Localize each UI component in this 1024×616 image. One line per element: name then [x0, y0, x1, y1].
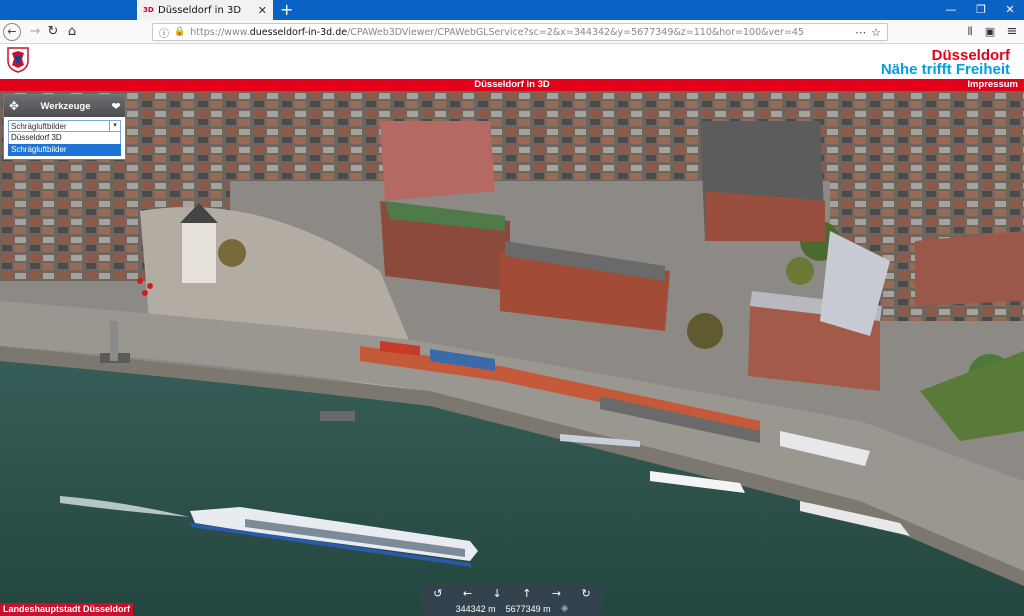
aerial-image	[0, 91, 1024, 616]
move-icon[interactable]: ✥	[4, 99, 24, 113]
pan-left-icon[interactable]: ←	[455, 587, 479, 600]
info-icon[interactable]: ⓘ	[159, 25, 169, 40]
pan-down-icon[interactable]: ↓	[485, 587, 509, 600]
pan-right-icon[interactable]: →	[544, 587, 568, 600]
view-mode-select[interactable]: Schrägluftbilder ▾	[8, 120, 121, 132]
tools-panel: ✥ Werkzeuge ❤ Schrägluftbilder ▾ Düsseld…	[3, 94, 126, 160]
city-crest-logo[interactable]	[7, 47, 29, 73]
chevron-down-icon[interactable]: ▾	[109, 121, 120, 131]
map-nav-controls: ↺ ← ↓ ↑ → ↻	[423, 585, 601, 601]
new-tab-icon[interactable]: +	[280, 0, 293, 20]
url-host: duesseldorf-in-3d.de	[249, 26, 348, 38]
url-bar[interactable]: ⓘ 🔒 https://www.duesseldorf-in-3d.de/CPA…	[152, 23, 888, 41]
coord-y: 5677349 m	[505, 603, 551, 614]
brand-slogan[interactable]: Nähe trifft Freiheit	[881, 62, 1010, 77]
close-tab-icon[interactable]: ✕	[258, 4, 267, 17]
heart-icon[interactable]: ❤	[107, 100, 125, 113]
site-header: Düsseldorf Nähe trifft Freiheit	[0, 45, 1024, 79]
reload-icon[interactable]: ↻	[43, 22, 63, 42]
view-mode-selected: Schrägluftbilder	[11, 121, 67, 131]
sidebar-icon[interactable]: ▣	[980, 22, 1000, 42]
rotate-left-icon[interactable]: ↺	[426, 587, 450, 600]
back-arrow-icon[interactable]: ←	[3, 23, 21, 41]
pan-up-icon[interactable]: ↑	[515, 587, 539, 600]
aerial-map-view[interactable]	[0, 91, 1024, 616]
url-path: /CPAWeb3DViewer/CPAWebGLService?sc=2&x=3…	[347, 26, 804, 38]
title-banner: Düsseldorf in 3D Impressum	[0, 79, 1024, 91]
coord-x: 344342 m	[455, 603, 496, 614]
tools-panel-header[interactable]: ✥ Werkzeuge ❤	[4, 95, 125, 117]
browser-nav-bar: ← → ↻ ⌂ ⓘ 🔒 https://www.duesseldorf-in-3…	[0, 20, 1024, 44]
coordinate-readout: 344342 m 5677349 m ◈	[423, 601, 601, 616]
page-actions-icon[interactable]: ⋯	[855, 26, 866, 39]
close-window-icon[interactable]: ✕	[997, 0, 1023, 20]
menu-icon[interactable]: ≡	[1002, 22, 1022, 42]
impressum-link[interactable]: Impressum	[967, 79, 1018, 91]
maximize-window-icon[interactable]: ❐	[968, 0, 994, 20]
option-duesseldorf-3d[interactable]: Düsseldorf 3D	[8, 132, 121, 144]
tab-title: Düsseldorf in 3D	[158, 4, 242, 16]
forward-arrow-icon[interactable]: →	[25, 22, 45, 42]
library-icon[interactable]: ⫴	[960, 22, 980, 42]
tools-title: Werkzeuge	[40, 100, 91, 112]
home-icon[interactable]: ⌂	[62, 22, 82, 42]
minimize-window-icon[interactable]: —	[938, 0, 964, 20]
browser-tab[interactable]: 3D Düsseldorf in 3D ✕	[137, 0, 273, 20]
banner-title: Düsseldorf in 3D	[474, 79, 550, 90]
option-schraegluftbilder[interactable]: Schrägluftbilder	[8, 144, 121, 156]
compass-icon[interactable]: ◈	[561, 603, 569, 614]
lock-icon[interactable]: 🔒	[174, 27, 185, 37]
url-prefix: https://www.	[190, 26, 250, 38]
site-favicon-icon: 3D	[143, 6, 154, 14]
bookmark-star-icon[interactable]: ☆	[871, 26, 881, 39]
rotate-right-icon[interactable]: ↻	[574, 587, 598, 600]
browser-tab-bar: 3D Düsseldorf in 3D ✕ + — ❐ ✕	[0, 0, 1024, 20]
url-text[interactable]: https://www.duesseldorf-in-3d.de/CPAWeb3…	[190, 27, 850, 38]
city-footer-label[interactable]: Landeshauptstadt Düsseldorf	[0, 603, 134, 616]
